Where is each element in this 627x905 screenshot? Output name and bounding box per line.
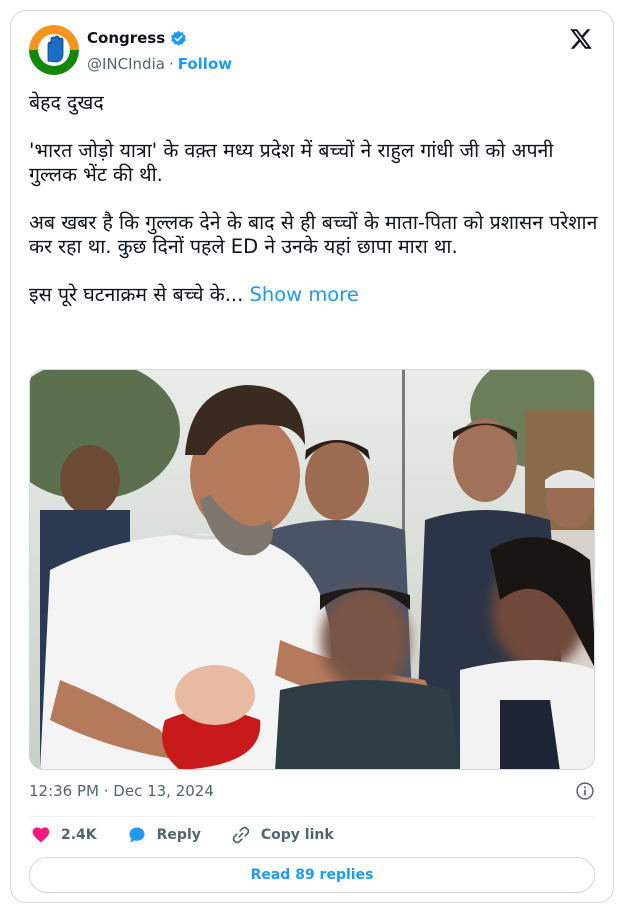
author-handle-row: @INCIndia · Follow <box>87 55 232 73</box>
reply-button[interactable]: Reply <box>127 825 201 845</box>
copy-link-label: Copy link <box>260 827 334 843</box>
follow-button[interactable]: Follow <box>178 55 232 73</box>
photo-illustration <box>30 370 594 769</box>
tweet-paragraph: 'भारत जोड़ो यात्रा' के वक़्त मध्य प्रदेश… <box>29 139 554 186</box>
link-icon <box>232 826 250 844</box>
like-count: 2.4K <box>61 827 97 843</box>
action-bar: 2.4K Reply Copy link <box>31 825 364 845</box>
tweet-card: Congress @INCIndia · Follow बेहद दुखद 'भ… <box>10 10 614 903</box>
reply-bubble-icon <box>129 827 145 843</box>
reply-label: Reply <box>156 827 201 843</box>
tweet-photo[interactable] <box>29 369 595 770</box>
congress-hand-logo-icon <box>29 25 79 75</box>
avatar[interactable] <box>29 25 79 75</box>
divider <box>29 816 595 817</box>
show-more-link[interactable]: Show more <box>250 283 359 306</box>
author-name-row[interactable]: Congress <box>87 29 187 47</box>
copy-link-button[interactable]: Copy link <box>231 825 334 845</box>
x-logo-icon[interactable] <box>569 27 593 51</box>
heart-icon <box>32 827 50 843</box>
verified-badge-icon <box>171 30 187 46</box>
tweet-paragraph: अब खबर है कि गुल्लक देने के बाद से ही बच… <box>29 211 598 258</box>
timestamp-row: 12:36 PM · Dec 13, 2024 <box>29 781 595 801</box>
tweet-timestamp[interactable]: 12:36 PM · Dec 13, 2024 <box>29 782 214 800</box>
info-icon[interactable] <box>575 781 595 801</box>
handle-separator: · <box>168 55 174 73</box>
author-display-name[interactable]: Congress <box>87 29 165 47</box>
like-button[interactable]: 2.4K <box>31 825 97 845</box>
tweet-paragraph-truncated: इस पूरे घटनाक्रम से बच्चे के... Show mor… <box>29 283 604 307</box>
author-handle[interactable]: @INCIndia <box>87 55 165 73</box>
read-replies-button[interactable]: Read 89 replies <box>29 857 595 893</box>
tweet-paragraph: बेहद दुखद <box>29 91 104 114</box>
truncated-text: इस पूरे घटनाक्रम से बच्चे के... <box>29 283 244 306</box>
tweet-text: बेहद दुखद 'भारत जोड़ो यात्रा' के वक़्त म… <box>29 91 604 307</box>
